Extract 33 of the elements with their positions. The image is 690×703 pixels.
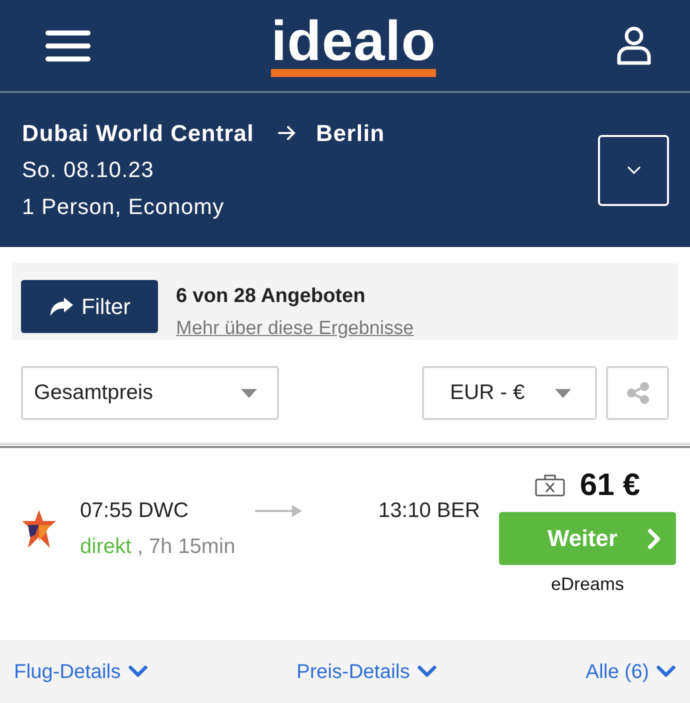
continue-button[interactable]: Weiter — [499, 512, 676, 565]
caret-icon — [241, 388, 257, 398]
details-link[interactable]: Preis-Details — [296, 656, 437, 686]
flight-duration: , 7h 15min — [137, 535, 236, 558]
details-link[interactable]: Alle (6) — [586, 656, 676, 686]
currency-dropdown[interactable]: EUR - € — [422, 366, 597, 420]
share-icon — [626, 382, 648, 404]
account-button[interactable] — [616, 26, 652, 66]
menu-icon — [45, 28, 91, 62]
stops-label: direkt — [80, 535, 132, 558]
results-count: 6 von 28 Angeboten — [176, 284, 366, 308]
menu-button[interactable] — [45, 28, 91, 62]
sort-dropdown[interactable]: Gesamtpreis — [21, 366, 279, 420]
arrow-icon — [255, 505, 302, 517]
chevron-right-icon — [647, 528, 662, 550]
departure-time: 07:55 DWC — [80, 499, 190, 523]
star-logo-icon — [22, 510, 56, 548]
expand-search-button[interactable] — [598, 134, 669, 206]
caret-icon — [555, 388, 571, 398]
arrival-time: 13:10 BER — [378, 499, 480, 523]
user-icon — [616, 26, 652, 66]
logo[interactable]: idealo — [271, 18, 436, 76]
destination-city: Berlin — [316, 119, 385, 147]
filter-button[interactable]: Filter — [21, 280, 158, 333]
travel-date: So. 08.10.23 — [22, 156, 155, 184]
arrow-icon — [278, 126, 296, 140]
passenger-class: 1 Person, Economy — [22, 193, 226, 221]
details-link[interactable]: Flug-Details — [14, 656, 148, 686]
forward-arrow-icon — [48, 296, 74, 316]
price: 61 € — [580, 468, 640, 502]
origin-city: Dubai World Central — [22, 119, 254, 147]
provider-name: eDreams — [550, 573, 624, 595]
results-info-link[interactable]: Mehr über diese Ergebnisse — [176, 317, 414, 341]
